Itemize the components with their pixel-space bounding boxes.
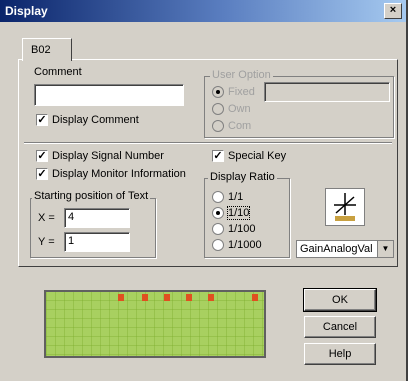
- gain-select-value: GainAnalogVal: [300, 243, 373, 255]
- ratio-radio-1-1[interactable]: [212, 191, 224, 203]
- display-monitor-information-label: Display Monitor Information: [52, 168, 186, 180]
- lcd-preview: [44, 290, 266, 358]
- analog-gain-icon: [325, 188, 365, 226]
- lcd-marker: [118, 294, 124, 301]
- cancel-button[interactable]: Cancel: [304, 316, 376, 338]
- user-option-own-label: Own: [228, 103, 251, 115]
- ratio-1-1-label: 1/1: [228, 191, 244, 203]
- ratio-radio-1-10[interactable]: [212, 207, 224, 219]
- ratio-radio-1-100[interactable]: [212, 223, 224, 235]
- gain-select[interactable]: GainAnalogVal ▼: [296, 240, 394, 258]
- close-icon[interactable]: ×: [384, 3, 402, 19]
- user-option-radio-com[interactable]: [212, 120, 224, 132]
- lcd-marker: [142, 294, 148, 301]
- window-title: Display: [5, 4, 48, 18]
- ratio-1-10-label: 1/10: [226, 206, 251, 220]
- ratio-1-1000-label: 1/1000: [228, 239, 262, 251]
- ratio-1-100-label: 1/100: [228, 223, 256, 235]
- x-input[interactable]: 4: [64, 208, 130, 228]
- user-option-com-label: Com: [228, 120, 252, 132]
- user-option-input: [264, 82, 390, 102]
- lcd-marker: [164, 294, 170, 301]
- y-label: Y =: [38, 236, 55, 248]
- help-button[interactable]: Help: [304, 343, 376, 365]
- comment-input[interactable]: [34, 84, 184, 106]
- display-signal-number-checkbox[interactable]: ✓: [36, 150, 48, 162]
- tab-b02[interactable]: B02: [22, 38, 72, 61]
- start-position-label: Starting position of Text: [32, 190, 151, 202]
- chevron-down-icon[interactable]: ▼: [377, 241, 393, 257]
- title-bar[interactable]: Display ×: [0, 0, 406, 22]
- user-option-radio-own[interactable]: [212, 103, 224, 115]
- display-comment-label: Display Comment: [52, 114, 139, 126]
- display-signal-number-label: Display Signal Number: [52, 150, 164, 162]
- lcd-marker: [252, 294, 258, 301]
- x-label: X =: [38, 212, 55, 224]
- user-option-fixed-label: Fixed: [228, 86, 255, 98]
- comment-label: Comment: [34, 66, 82, 78]
- user-option-label: User Option: [210, 69, 273, 81]
- lcd-marker: [208, 294, 214, 301]
- ratio-radio-1-1000[interactable]: [212, 239, 224, 251]
- special-key-label: Special Key: [228, 150, 287, 162]
- ok-button[interactable]: OK: [303, 288, 377, 312]
- user-option-radio-fixed[interactable]: [212, 86, 224, 98]
- special-key-checkbox[interactable]: ✓: [212, 150, 224, 162]
- separator: [24, 142, 392, 144]
- display-comment-checkbox[interactable]: ✓: [36, 114, 48, 126]
- y-input[interactable]: 1: [64, 232, 130, 252]
- display-dialog: Display × B02 Comment ✓ Display Comment …: [0, 0, 408, 381]
- display-ratio-label: Display Ratio: [208, 171, 277, 183]
- display-monitor-information-checkbox[interactable]: ✓: [36, 168, 48, 180]
- lcd-marker: [186, 294, 192, 301]
- tab-label: B02: [31, 44, 51, 56]
